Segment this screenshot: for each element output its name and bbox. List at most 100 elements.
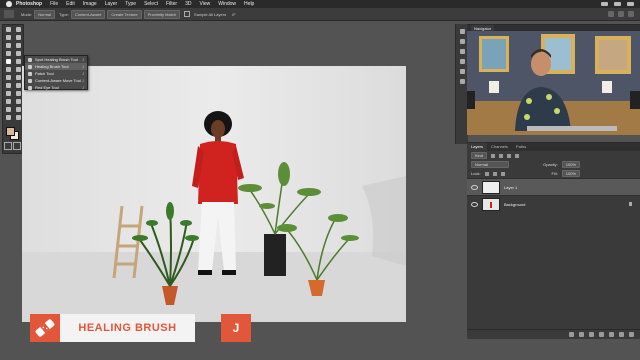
path-select-tool-icon[interactable] (5, 98, 11, 104)
search-icon[interactable] (608, 11, 614, 17)
hand-tool-icon[interactable] (5, 106, 11, 112)
edit-toolbar-icon[interactable] (5, 114, 11, 120)
red-eye-icon (28, 85, 32, 90)
visibility-eye-icon[interactable] (471, 184, 478, 190)
filter-type-icon[interactable] (507, 153, 512, 158)
type-tool-icon[interactable] (15, 90, 21, 96)
screen-mode-icon[interactable] (13, 142, 21, 150)
battery-icon[interactable] (614, 2, 621, 6)
type-create-texture[interactable]: Create Texture (107, 9, 142, 19)
more-tools-icon[interactable] (15, 114, 21, 120)
tool-preset-icon[interactable] (4, 10, 14, 18)
blur-tool-icon[interactable] (5, 82, 11, 88)
history-brush-tool-icon[interactable] (15, 66, 21, 72)
options-right-icons (608, 11, 634, 17)
menu-type[interactable]: Type (125, 1, 136, 7)
opacity-field[interactable]: 100% (561, 161, 580, 168)
eraser-tool-icon[interactable] (5, 74, 11, 80)
adjustment-layer-icon[interactable] (599, 332, 604, 337)
quick-mask-icon[interactable] (4, 142, 12, 150)
menu-help[interactable]: Help (244, 1, 254, 7)
share-icon[interactable] (628, 11, 634, 17)
lower-third: HEALING BRUSH J (30, 314, 251, 342)
link-layers-icon[interactable] (569, 332, 574, 337)
foreground-color-swatch[interactable] (6, 127, 15, 136)
lasso-tool-icon[interactable] (15, 34, 21, 40)
swatches-panel-icon[interactable] (459, 69, 465, 74)
fill-field[interactable]: 100% (561, 170, 580, 177)
flyout-item-key: J (82, 57, 84, 62)
lock-pixels-icon[interactable] (484, 171, 489, 176)
filter-shape-icon[interactable] (515, 153, 520, 158)
layer-row-layer-1[interactable]: Layer 1 (467, 178, 640, 195)
flyout-healing-brush[interactable]: Healing Brush Tool J (25, 63, 87, 70)
history-panel-icon[interactable] (459, 29, 465, 34)
artboard-tool-icon[interactable] (15, 26, 21, 32)
marquee-tool-icon[interactable] (5, 34, 11, 40)
menu-select[interactable]: Select (144, 1, 158, 7)
properties-panel-icon[interactable] (459, 39, 465, 44)
tab-channels[interactable]: Channels (487, 143, 512, 151)
new-group-icon[interactable] (609, 332, 614, 337)
filter-adjust-icon[interactable] (499, 153, 504, 158)
adjustments-panel-icon[interactable] (459, 49, 465, 54)
wifi-icon[interactable] (601, 2, 608, 6)
flyout-item-key: J (82, 64, 84, 69)
gradient-tool-icon[interactable] (15, 74, 21, 80)
healing-brush-tool-icon[interactable] (5, 58, 11, 64)
menu-edit[interactable]: Edit (66, 1, 75, 7)
flyout-red-eye[interactable]: Red Eye Tool J (25, 84, 87, 91)
new-layer-icon[interactable] (619, 332, 624, 337)
menu-image[interactable]: Image (83, 1, 97, 7)
menu-3d[interactable]: 3D (185, 1, 191, 7)
layer-style-icon[interactable] (579, 332, 584, 337)
type-proximity-match[interactable]: Proximity Match (143, 9, 181, 19)
quick-select-tool-icon[interactable] (5, 42, 11, 48)
flyout-item-key: J (82, 71, 84, 76)
add-mask-icon[interactable] (589, 332, 594, 337)
clone-stamp-tool-icon[interactable] (5, 66, 11, 72)
brush-tool-icon[interactable] (15, 58, 21, 64)
frame-tool-icon[interactable] (5, 50, 11, 56)
zoom-tool-icon[interactable] (15, 106, 21, 112)
move-tool-icon[interactable] (5, 26, 11, 32)
flyout-patch-tool[interactable]: Patch Tool J (25, 70, 87, 77)
angle-value[interactable]: 0° (232, 12, 236, 17)
filter-pixel-icon[interactable] (491, 153, 496, 158)
menu-window[interactable]: Window (218, 1, 236, 7)
sample-all-layers-checkbox[interactable] (184, 11, 191, 17)
lock-position-icon[interactable] (492, 171, 497, 176)
delete-layer-icon[interactable] (629, 332, 634, 337)
document-canvas[interactable] (22, 66, 406, 322)
flyout-item-label: Patch Tool (35, 71, 54, 76)
menu-filter[interactable]: Filter (166, 1, 177, 7)
dodge-tool-icon[interactable] (15, 82, 21, 88)
color-panel-icon[interactable] (459, 59, 465, 64)
tab-paths[interactable]: Paths (512, 143, 530, 151)
layer-thumbnail (482, 197, 500, 211)
pen-tool-icon[interactable] (5, 90, 11, 96)
workspace-icon[interactable] (618, 11, 624, 17)
apple-icon[interactable] (6, 1, 12, 7)
crop-tool-icon[interactable] (15, 42, 21, 48)
type-content-aware[interactable]: Content-Aware (70, 9, 106, 19)
mode-select[interactable]: Normal (34, 9, 56, 19)
search-icon[interactable] (627, 2, 634, 6)
eyedropper-tool-icon[interactable] (15, 50, 21, 56)
visibility-eye-icon[interactable] (471, 201, 478, 207)
lower-third-title: HEALING BRUSH (78, 322, 177, 334)
flyout-content-aware-move[interactable]: Content-Aware Move Tool J (25, 77, 87, 84)
menu-view[interactable]: View (200, 1, 211, 7)
menu-app[interactable]: Photoshop (16, 1, 42, 7)
tab-layers[interactable]: Layers (467, 143, 488, 151)
lock-all-icon[interactable] (500, 171, 505, 176)
layer-filter-kind[interactable]: Kind (471, 152, 488, 159)
menu-layer[interactable]: Layer (105, 1, 118, 7)
layer-row-background[interactable]: Background (467, 195, 640, 212)
flyout-spot-healing-brush[interactable]: Spot Healing Brush Tool J (25, 56, 87, 63)
info-panel-icon[interactable] (459, 79, 465, 84)
blend-mode-select[interactable]: Normal (471, 161, 509, 168)
shape-tool-icon[interactable] (15, 98, 21, 104)
menu-file[interactable]: File (50, 1, 58, 7)
type-label: Type: (59, 11, 69, 17)
